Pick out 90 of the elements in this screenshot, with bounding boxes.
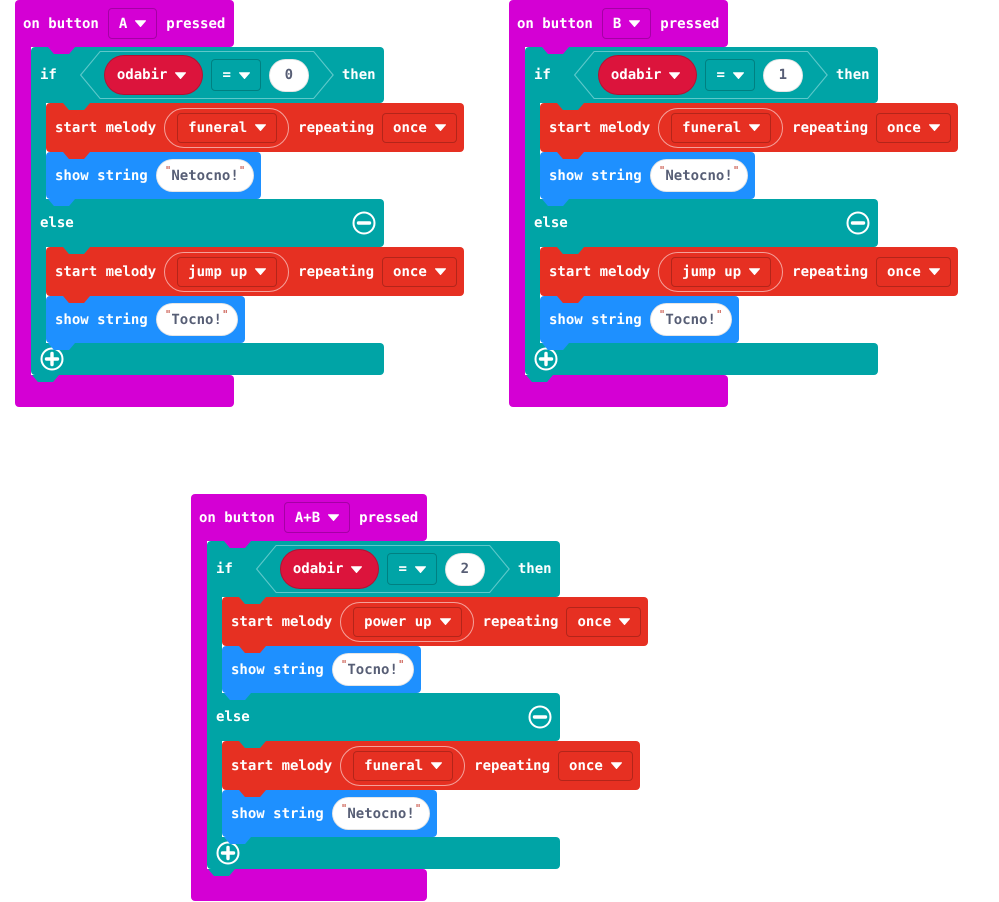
melody-dropdown[interactable]: funeral (177, 112, 278, 142)
plus-icon[interactable] (40, 347, 64, 371)
caret-icon (629, 20, 640, 27)
block-label: start melody (231, 614, 332, 630)
block-label: pressed (359, 510, 418, 526)
block-label: then (836, 67, 870, 83)
variable-dropdown[interactable]: odabir (104, 55, 204, 95)
block-label: else (534, 215, 568, 231)
variable-dropdown[interactable]: odabir (598, 55, 698, 95)
caret-icon (431, 762, 442, 769)
block-label: start melody (231, 758, 332, 774)
caret-icon (669, 72, 680, 78)
repeat-dropdown[interactable]: once (558, 750, 633, 780)
caret-icon (732, 72, 744, 78)
caret-icon (434, 268, 446, 275)
block-label: show string (231, 662, 324, 678)
caret-icon (328, 514, 340, 521)
block-label: if (534, 67, 551, 83)
block-label: repeating (482, 614, 558, 630)
caret-icon (175, 72, 186, 78)
string-field[interactable]: "Netocno!" (650, 159, 748, 192)
caret-icon (238, 72, 250, 78)
caret-icon (928, 124, 940, 131)
caret-icon (351, 566, 362, 572)
block-label: repeating (298, 120, 374, 136)
repeat-dropdown[interactable]: once (566, 606, 642, 636)
string-field[interactable]: "Tocno!" (650, 303, 732, 336)
button-dropdown[interactable]: B (602, 8, 652, 39)
minus-icon[interactable] (528, 705, 552, 729)
caret-icon (749, 268, 760, 275)
block-label: then (518, 561, 552, 577)
caret-icon (610, 762, 622, 769)
block-label: show string (55, 312, 148, 328)
block-label: on button (517, 16, 593, 32)
number-field[interactable]: 2 (444, 552, 485, 586)
block-label: repeating (792, 264, 868, 280)
plus-icon[interactable] (534, 347, 558, 371)
repeat-dropdown[interactable]: once (382, 112, 457, 142)
block-label: pressed (166, 16, 226, 32)
block-label: else (216, 709, 250, 725)
block-label: if (40, 67, 57, 83)
number-field[interactable]: 1 (762, 58, 803, 92)
block-label: repeating (474, 758, 550, 774)
caret-icon (414, 566, 426, 572)
button-dropdown[interactable]: A (108, 8, 158, 39)
block-label: start melody (55, 120, 156, 136)
block-label: else (40, 215, 74, 231)
block-label: show string (231, 806, 324, 822)
block-label: start melody (549, 120, 650, 136)
variable-dropdown[interactable]: odabir (280, 549, 380, 589)
caret-icon (928, 268, 940, 275)
string-field[interactable]: "Tocno!" (156, 303, 238, 336)
string-field[interactable]: "Netocno!" (332, 797, 430, 830)
block-label: on button (199, 510, 275, 526)
caret-icon (619, 618, 630, 625)
caret-icon (255, 268, 266, 275)
caret-icon (749, 124, 760, 131)
melody-dropdown[interactable]: jump up (671, 256, 772, 286)
melody-dropdown[interactable]: power up (353, 606, 462, 636)
button-dropdown[interactable]: A+B (284, 502, 350, 533)
block-label: if (216, 561, 233, 577)
caret-icon (440, 618, 451, 625)
caret-icon (135, 20, 146, 27)
block-label: show string (549, 168, 642, 184)
repeat-dropdown[interactable]: once (876, 112, 951, 142)
operator-dropdown[interactable]: = (387, 553, 437, 585)
minus-icon[interactable] (352, 211, 376, 235)
plus-icon[interactable] (216, 841, 240, 865)
block-label: repeating (792, 120, 868, 136)
string-field[interactable]: "Netocno!" (156, 159, 254, 192)
number-field[interactable]: 0 (268, 58, 309, 92)
minus-icon[interactable] (846, 211, 870, 235)
block-label: show string (55, 168, 148, 184)
repeat-dropdown[interactable]: once (876, 256, 951, 286)
repeat-dropdown[interactable]: once (382, 256, 457, 286)
operator-dropdown[interactable]: = (705, 59, 755, 91)
melody-dropdown[interactable]: jump up (177, 256, 278, 286)
caret-icon (255, 124, 266, 131)
block-label: start melody (55, 264, 156, 280)
block-label: show string (549, 312, 642, 328)
string-field[interactable]: "Tocno!" (332, 653, 414, 686)
block-label: then (342, 67, 376, 83)
block-label: repeating (298, 264, 374, 280)
block-label: start melody (549, 264, 650, 280)
operator-dropdown[interactable]: = (211, 59, 261, 91)
caret-icon (434, 124, 446, 131)
block-label: on button (23, 16, 99, 32)
melody-dropdown[interactable]: funeral (671, 112, 772, 142)
melody-dropdown[interactable]: funeral (353, 750, 454, 780)
block-label: pressed (660, 16, 720, 32)
